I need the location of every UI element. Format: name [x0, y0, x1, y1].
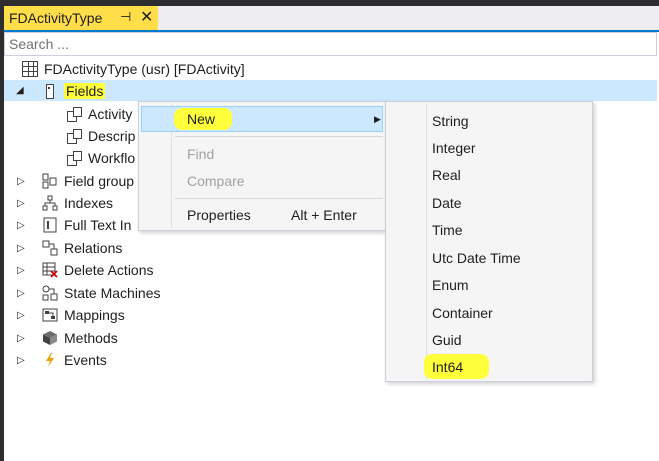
menu-separator: [175, 136, 383, 137]
tree-node-indexes[interactable]: Indexes: [42, 192, 113, 214]
menu-item-label: Properties: [187, 207, 251, 223]
tree-node-field-groups[interactable]: Field group: [42, 170, 134, 192]
submenu-item-container[interactable]: Container: [432, 302, 493, 324]
field-icon: [66, 128, 82, 144]
tree-node-label: Full Text In: [64, 217, 132, 233]
relations-icon: [42, 240, 58, 256]
tree-node-label: State Machines: [64, 285, 161, 301]
expand-icon[interactable]: ▷: [17, 220, 27, 231]
tree-node-label: Events: [64, 352, 107, 368]
tree-node-fields[interactable]: Fields: [42, 80, 106, 102]
mappings-icon: [42, 307, 58, 323]
expand-icon[interactable]: ▷: [17, 265, 27, 276]
menu-item-shortcut: Alt + Enter: [291, 207, 357, 223]
close-icon[interactable]: ✕: [140, 7, 153, 27]
tree-node-label: Field group: [64, 173, 135, 189]
submenu-item-time[interactable]: Time: [432, 219, 463, 241]
document-tab[interactable]: FDActivityType ⊣ ✕: [4, 6, 158, 30]
tree-field-label: Descrip: [88, 128, 136, 144]
field-group-icon: [42, 173, 58, 189]
tree-field-item[interactable]: Activity: [66, 103, 132, 125]
tree-field-item[interactable]: Workflo: [66, 147, 135, 169]
tree-root-label: FDActivityType (usr) [FDActivity]: [44, 61, 245, 77]
tree-node-events[interactable]: Events: [42, 349, 107, 371]
submenu-item-integer[interactable]: Integer: [432, 137, 476, 159]
submenu-arrow-icon: ▶: [374, 113, 381, 124]
tree-node-full-text-indexes[interactable]: Full Text In: [42, 214, 131, 236]
expand-icon[interactable]: ▷: [17, 243, 27, 254]
expand-icon[interactable]: ▷: [17, 355, 27, 366]
tree-node-label: Relations: [64, 240, 123, 256]
collapse-icon[interactable]: ◢: [16, 85, 26, 96]
events-icon: [42, 352, 58, 368]
delete-actions-icon: [42, 262, 58, 278]
table-icon: [22, 61, 38, 77]
pin-icon[interactable]: ⊣: [120, 9, 131, 25]
methods-icon: [42, 330, 58, 346]
menu-item-compare[interactable]: Compare: [139, 168, 385, 194]
tree-field-label: Workflo: [88, 150, 136, 166]
tree-field-label: Activity: [88, 106, 133, 122]
tree-node-mappings[interactable]: Mappings: [42, 304, 125, 326]
tree-node-state-machines[interactable]: State Machines: [42, 282, 161, 304]
submenu-item-utc-date-time[interactable]: Utc Date Time: [432, 247, 521, 269]
document-tab-bar: FDActivityType ⊣ ✕: [4, 6, 659, 32]
submenu-icon-column-divider: [426, 104, 427, 379]
indexes-icon: [42, 195, 58, 211]
menu-separator: [175, 198, 383, 199]
menu-item-label: Compare: [187, 173, 245, 189]
tree-node-label: Methods: [64, 330, 118, 346]
submenu-item-string[interactable]: String: [432, 110, 469, 132]
expand-icon[interactable]: ▷: [17, 310, 27, 321]
tree-node-methods[interactable]: Methods: [42, 327, 118, 349]
tree-field-item[interactable]: Descrip: [66, 125, 135, 147]
menu-item-find[interactable]: Find: [139, 141, 385, 167]
menu-item-label: Find: [187, 146, 215, 162]
submenu-item-date[interactable]: Date: [432, 192, 462, 214]
submenu-item-int64[interactable]: Int64: [432, 356, 463, 378]
submenu-item-guid[interactable]: Guid: [432, 329, 462, 351]
tree-root[interactable]: FDActivityType (usr) [FDActivity]: [22, 58, 245, 80]
menu-item-properties[interactable]: Properties Alt + Enter: [139, 202, 385, 228]
new-submenu: String Integer Real Date Time Utc Date T…: [385, 101, 593, 382]
fields-icon: [42, 83, 58, 99]
expand-icon[interactable]: ▷: [17, 198, 27, 209]
search-box: [4, 32, 657, 56]
tree-node-delete-actions[interactable]: Delete Actions: [42, 259, 154, 281]
expand-icon[interactable]: ▷: [17, 176, 27, 187]
search-input[interactable]: [5, 33, 649, 54]
tree-node-relations[interactable]: Relations: [42, 237, 122, 259]
submenu-item-enum[interactable]: Enum: [432, 274, 469, 296]
submenu-item-real[interactable]: Real: [432, 164, 461, 186]
tree-node-fields-label: Fields: [64, 83, 106, 99]
field-icon: [66, 150, 82, 166]
tree-node-label: Indexes: [64, 195, 114, 211]
expand-icon[interactable]: ▷: [17, 288, 27, 299]
state-machines-icon: [42, 285, 58, 301]
full-text-index-icon: [42, 217, 58, 233]
menu-item-new-label[interactable]: New: [187, 111, 215, 127]
tab-title: FDActivityType: [9, 10, 103, 26]
expand-icon[interactable]: ▷: [17, 333, 27, 344]
field-icon: [66, 106, 82, 122]
window-frame-left: [0, 0, 4, 461]
tree-node-label: Delete Actions: [64, 262, 154, 278]
tree-node-label: Mappings: [64, 307, 125, 323]
